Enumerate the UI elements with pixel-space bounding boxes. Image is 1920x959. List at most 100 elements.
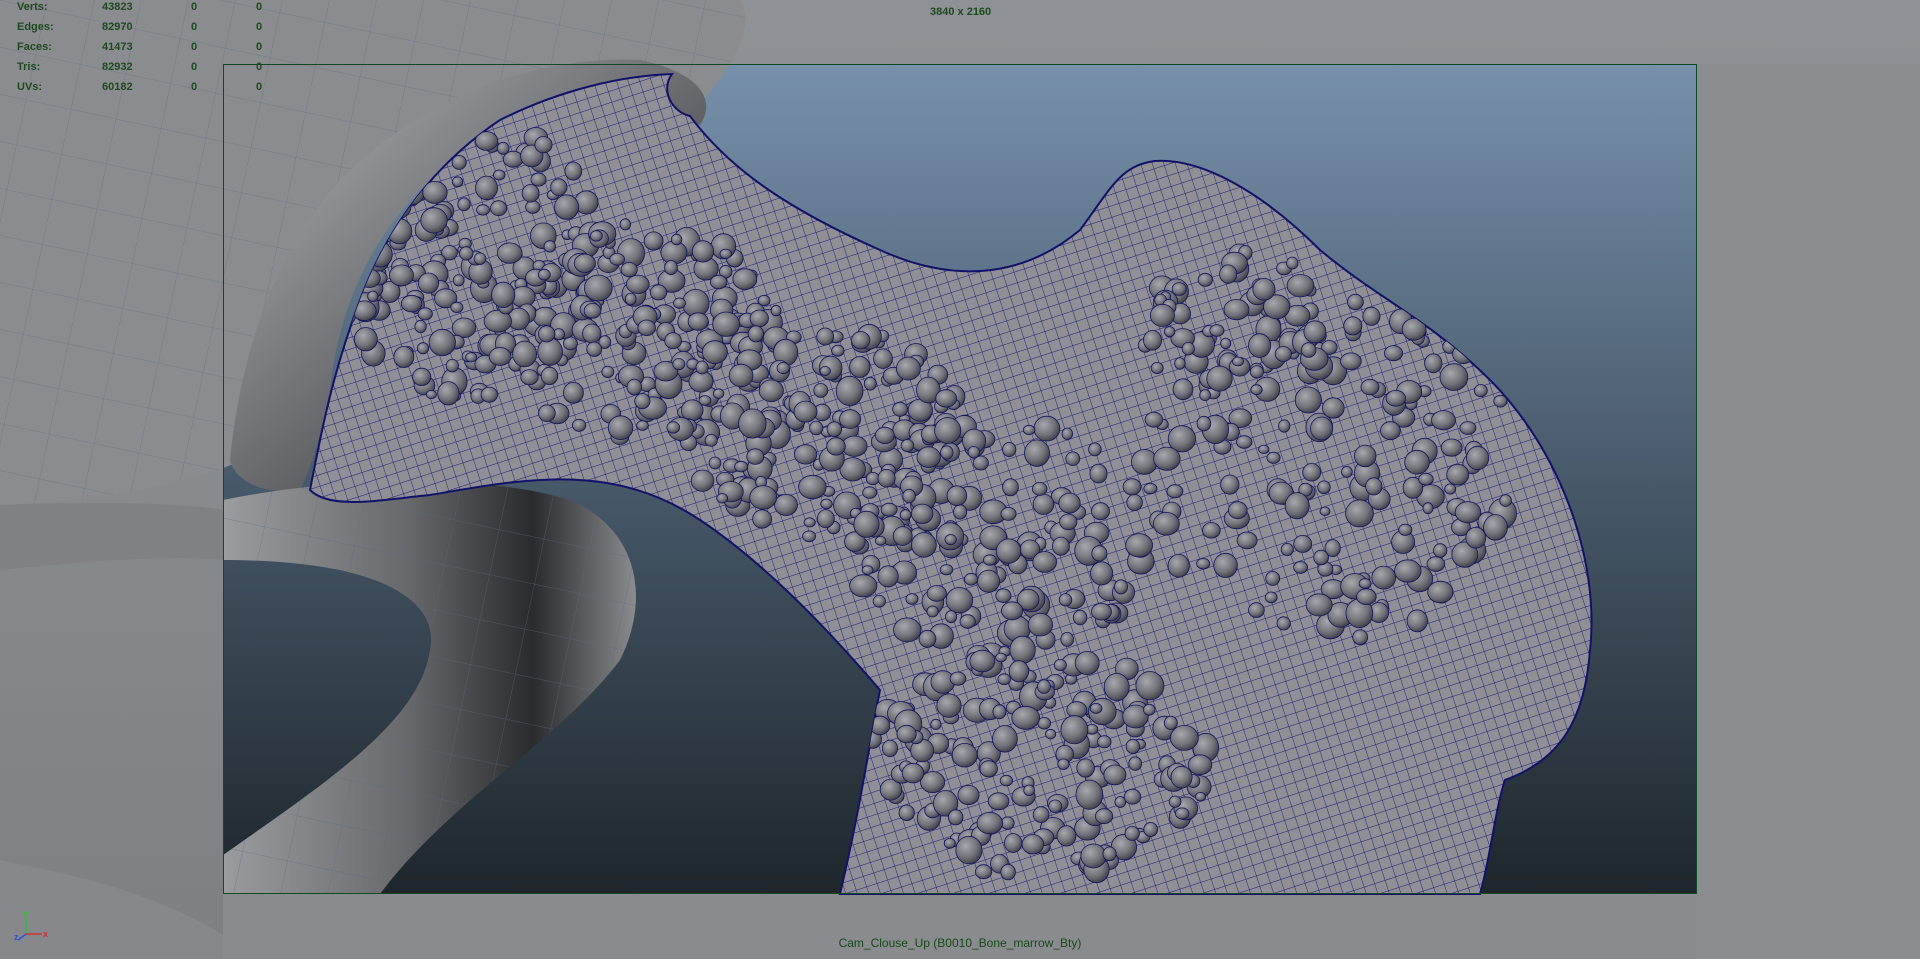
marrow-cell-sphere (582, 323, 602, 344)
marrow-cell-sphere (873, 348, 893, 369)
marrow-cell-sphere (738, 408, 767, 439)
marrow-cell-sphere (1248, 333, 1272, 358)
hud-value: 82932 (102, 61, 133, 73)
marrow-cell-sphere (601, 365, 615, 378)
marrow-cell-sphere (1060, 715, 1089, 745)
marrow-cell-sphere (534, 136, 553, 154)
marrow-cell-sphere (816, 327, 835, 346)
marrow-cell-sphere (416, 342, 430, 355)
marrow-cell-sphere (969, 649, 996, 673)
marrow-cell-sphere (1052, 536, 1070, 556)
marrow-cell-sphere (1250, 384, 1263, 396)
marrow-cell-sphere (450, 301, 464, 313)
marrow-cell-sphere (916, 446, 941, 468)
hud-row-uvs: UVs: 60182 0 0 (0, 81, 290, 99)
marrow-cell-sphere (896, 356, 921, 381)
marrow-cell-sphere (945, 587, 974, 614)
marrow-cell-sphere (1152, 511, 1180, 536)
marrow-cell-sphere (445, 359, 459, 373)
marrow-cell-sphere (649, 284, 668, 301)
marrow-cell-sphere (1385, 389, 1407, 407)
hud-label: Faces: (17, 41, 52, 53)
marrow-cell-sphere (1095, 808, 1114, 825)
marrow-cell-sphere (540, 366, 559, 385)
marrow-cell-sphere (673, 297, 686, 309)
marrow-cell-sphere (1220, 337, 1232, 350)
marrow-cell-sphere (1493, 394, 1508, 408)
marrow-cell-sphere (672, 358, 686, 371)
marrow-cell-sphere (934, 417, 962, 444)
marrow-cell-sphere (1300, 342, 1317, 358)
marrow-cell-sphere (877, 468, 896, 488)
marrow-cell-sphere (1097, 735, 1112, 749)
hud-value: 0 (191, 61, 198, 73)
marrow-cell-sphere (1302, 463, 1322, 482)
marrow-cell-sphere (367, 290, 379, 303)
marrow-cell-sphere (793, 444, 818, 465)
marrow-cell-sphere (607, 415, 634, 441)
marrow-cell-sphere (1293, 535, 1313, 553)
marrow-cell-sphere (1278, 419, 1291, 433)
marrow-cell-sphere (1280, 543, 1294, 557)
marrow-cell-sphere (1102, 846, 1117, 862)
marrow-cell-sphere (943, 837, 956, 849)
marrow-cell-sphere (1143, 703, 1156, 716)
marrow-cell-sphere (1053, 659, 1067, 672)
outer-ring-left (0, 502, 223, 570)
marrow-cell-sphere (473, 252, 487, 265)
3d-scene[interactable] (0, 0, 1920, 959)
marrow-cell-sphere (1286, 256, 1299, 270)
hud-label: UVs: (17, 81, 43, 93)
marrow-cell-sphere (995, 538, 1022, 564)
marrow-cell-sphere (1135, 671, 1165, 701)
marrow-cell-sphere (945, 610, 958, 624)
marrow-cell-sphere (1265, 571, 1281, 586)
marrow-cell-sphere (1431, 410, 1456, 431)
marrow-cell-sphere (900, 439, 915, 453)
hud-value: 82970 (102, 21, 133, 33)
marrow-cell-sphere (1353, 444, 1377, 468)
marrow-cell-sphere (691, 240, 715, 263)
marrow-cell-sphere (1143, 822, 1158, 837)
marrow-cell-sphere (995, 588, 1012, 603)
maya-viewport[interactable]: Verts: 43823 0 0 Edges: 82970 0 0 Faces:… (0, 0, 1920, 959)
marrow-cell-sphere (1114, 579, 1129, 595)
marrow-cell-sphere (1022, 424, 1036, 436)
marrow-cell-sphere (1360, 378, 1380, 396)
marrow-cell-sphere (1032, 806, 1050, 823)
marrow-cell-sphere (1356, 588, 1377, 605)
marrow-cell-sphere (955, 835, 983, 865)
marrow-cell-sphere (1459, 421, 1477, 435)
marrow-cell-sphere (976, 811, 1004, 835)
marrow-cell-sphere (1294, 386, 1322, 414)
marrow-cell-sphere (1313, 549, 1329, 566)
marrow-cell-sphere (1352, 629, 1369, 645)
marrow-cell-sphere (1199, 389, 1211, 402)
marrow-cell-sphere (948, 809, 964, 826)
marrow-cell-sphere (1202, 522, 1221, 539)
marrow-cell-sphere (1000, 816, 1015, 830)
marrow-cell-sphere (1195, 792, 1207, 802)
marrow-cell-sphere (977, 569, 1000, 593)
marrow-cell-sphere (457, 197, 471, 212)
marrow-cell-sphere (710, 274, 728, 290)
marrow-cell-sphere (452, 274, 465, 287)
marrow-cell-sphere (1345, 499, 1374, 528)
marrow-cell-sphere (747, 325, 765, 343)
marrow-cell-sphere (893, 617, 922, 643)
marrow-cell-sphere (853, 510, 880, 538)
marrow-cell-sphere (1027, 612, 1054, 637)
marrow-cell-sphere (951, 743, 978, 768)
marrow-cell-sphere (1303, 320, 1327, 344)
marrow-cell-sphere (1433, 543, 1448, 558)
hud-value: 0 (191, 41, 198, 53)
marrow-cell-sphere (1196, 415, 1212, 432)
marrow-cell-sphere (1124, 826, 1140, 841)
marrow-cell-sphere (987, 792, 1010, 811)
hud-row-tris: Tris: 82932 0 0 (0, 61, 290, 79)
marrow-cell-sphere (851, 331, 871, 350)
marrow-cell-sphere (1228, 501, 1248, 520)
marrow-cell-sphere (813, 383, 829, 398)
marrow-cell-sphere (475, 175, 498, 201)
marrow-cell-sphere (609, 252, 625, 266)
